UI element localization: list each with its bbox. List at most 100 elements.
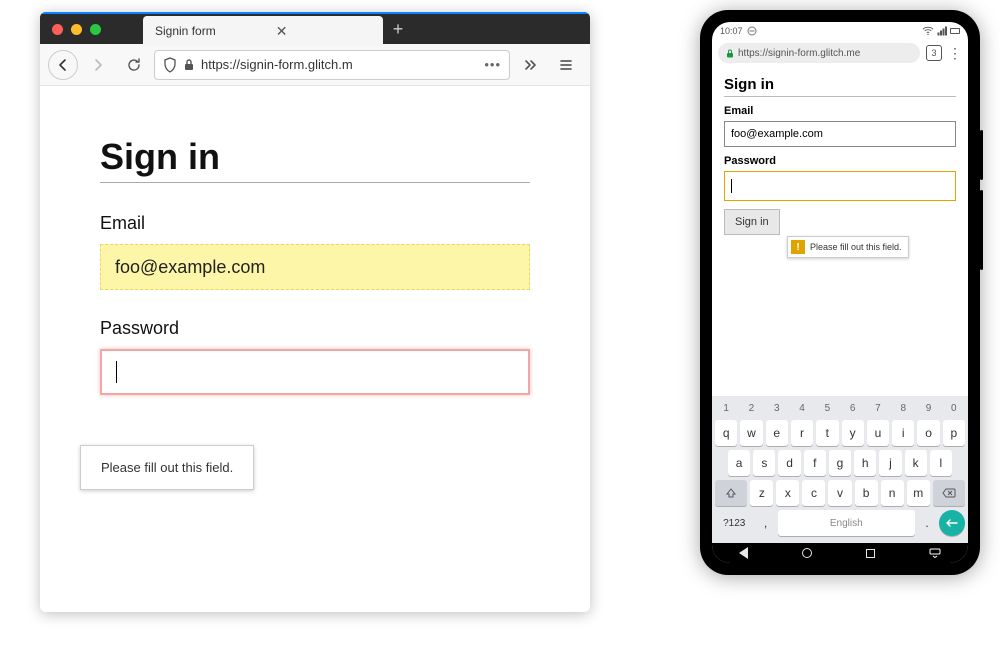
- period-key[interactable]: .: [918, 510, 936, 536]
- browser-toolbar: https://signin-form.glitch.m •••: [40, 44, 590, 86]
- key-0[interactable]: 0: [943, 400, 965, 416]
- reload-button[interactable]: [118, 49, 150, 81]
- password-field[interactable]: [100, 349, 530, 395]
- password-field[interactable]: [724, 171, 956, 201]
- forward-button[interactable]: [82, 49, 114, 81]
- key-d[interactable]: d: [778, 450, 800, 476]
- key-5[interactable]: 5: [816, 400, 838, 416]
- close-window-icon[interactable]: [52, 24, 63, 35]
- new-tab-button[interactable]: +: [383, 14, 413, 44]
- key-7[interactable]: 7: [867, 400, 889, 416]
- divider: [100, 182, 530, 183]
- password-label: Password: [724, 155, 956, 167]
- keyboard-row-1: qwertyuiop: [715, 420, 965, 446]
- key-z[interactable]: z: [750, 480, 773, 506]
- android-nav-bar: [712, 543, 968, 563]
- mobile-page-content: Sign in Email foo@example.com Password S…: [712, 66, 968, 239]
- key-e[interactable]: e: [766, 420, 788, 446]
- text-caret: [731, 179, 732, 193]
- key-3[interactable]: 3: [766, 400, 788, 416]
- phone-frame: 10:07 https://signin-form.glitch.me 3 ⋮ …: [700, 10, 980, 575]
- key-1[interactable]: 1: [715, 400, 737, 416]
- key-p[interactable]: p: [943, 420, 965, 446]
- nav-home-icon[interactable]: [802, 548, 812, 558]
- email-value: foo@example.com: [115, 257, 265, 278]
- key-x[interactable]: x: [776, 480, 799, 506]
- keyboard-hide-icon[interactable]: [929, 548, 941, 558]
- key-4[interactable]: 4: [791, 400, 813, 416]
- minimize-window-icon[interactable]: [71, 24, 82, 35]
- status-time: 10:07: [720, 26, 743, 36]
- tracking-shield-icon[interactable]: [163, 57, 177, 73]
- page-title: Sign in: [100, 136, 530, 178]
- overflow-chevron-icon[interactable]: [514, 49, 546, 81]
- email-field[interactable]: foo@example.com: [100, 244, 530, 290]
- key-h[interactable]: h: [854, 450, 876, 476]
- tab-title: Signin form: [155, 24, 216, 38]
- email-field[interactable]: foo@example.com: [724, 121, 956, 147]
- key-c[interactable]: c: [802, 480, 825, 506]
- comma-key[interactable]: ,: [757, 510, 775, 536]
- browser-tab[interactable]: Signin form ✕: [143, 16, 383, 46]
- key-t[interactable]: t: [816, 420, 838, 446]
- shift-key-icon[interactable]: [715, 480, 747, 506]
- tab-switcher[interactable]: 3: [926, 45, 942, 61]
- backspace-key-icon[interactable]: [933, 480, 965, 506]
- key-g[interactable]: g: [829, 450, 851, 476]
- key-2[interactable]: 2: [740, 400, 762, 416]
- nav-recent-icon[interactable]: [866, 549, 875, 558]
- key-m[interactable]: m: [907, 480, 930, 506]
- back-button[interactable]: [48, 50, 78, 80]
- omnibox[interactable]: https://signin-form.glitch.me: [718, 43, 920, 63]
- signin-button[interactable]: Sign in: [724, 209, 780, 235]
- page-content: Sign in Email foo@example.com Password: [40, 86, 590, 425]
- key-r[interactable]: r: [791, 420, 813, 446]
- url-bar[interactable]: https://signin-form.glitch.m •••: [154, 50, 510, 80]
- maximize-window-icon[interactable]: [90, 24, 101, 35]
- keyboard-row-2: asdfghjkl: [715, 450, 965, 476]
- key-u[interactable]: u: [867, 420, 889, 446]
- titlebar: Signin form ✕ +: [40, 12, 590, 44]
- key-q[interactable]: q: [715, 420, 737, 446]
- omnibox-url: https://signin-form.glitch.me: [738, 48, 860, 59]
- key-i[interactable]: i: [892, 420, 914, 446]
- key-v[interactable]: v: [828, 480, 851, 506]
- window-controls: [40, 14, 113, 44]
- validation-message: Please fill out this field.: [101, 460, 233, 475]
- page-actions-icon[interactable]: •••: [484, 57, 501, 72]
- key-o[interactable]: o: [917, 420, 939, 446]
- kebab-menu-icon[interactable]: ⋮: [948, 45, 962, 62]
- divider: [724, 96, 956, 97]
- validation-message: Please fill out this field.: [810, 242, 902, 252]
- key-9[interactable]: 9: [917, 400, 939, 416]
- url-text: https://signin-form.glitch.m: [201, 57, 353, 72]
- key-b[interactable]: b: [855, 480, 878, 506]
- signal-icon: [937, 26, 947, 36]
- soft-keyboard[interactable]: 1234567890 qwertyuiop asdfghjkl zxcvbnm …: [712, 396, 968, 543]
- nav-back-icon[interactable]: [739, 547, 748, 559]
- firefox-window: Signin form ✕ + https://signin-form.glit…: [40, 12, 590, 612]
- spacebar[interactable]: English: [778, 510, 916, 536]
- key-j[interactable]: j: [879, 450, 901, 476]
- phone-screen: 10:07 https://signin-form.glitch.me 3 ⋮ …: [712, 22, 968, 563]
- key-a[interactable]: a: [728, 450, 750, 476]
- enter-key-icon[interactable]: [939, 510, 965, 536]
- key-f[interactable]: f: [804, 450, 826, 476]
- page-title: Sign in: [724, 76, 956, 93]
- close-tab-icon[interactable]: ✕: [276, 23, 288, 40]
- symbols-key[interactable]: ?123: [715, 510, 754, 536]
- key-s[interactable]: s: [753, 450, 775, 476]
- wifi-icon: [922, 26, 934, 36]
- status-bar: 10:07: [712, 22, 968, 40]
- validation-tooltip: ! Please fill out this field.: [787, 236, 909, 258]
- key-n[interactable]: n: [881, 480, 904, 506]
- email-value: foo@example.com: [731, 128, 823, 140]
- key-6[interactable]: 6: [842, 400, 864, 416]
- key-l[interactable]: l: [930, 450, 952, 476]
- key-k[interactable]: k: [905, 450, 927, 476]
- key-y[interactable]: y: [842, 420, 864, 446]
- key-8[interactable]: 8: [892, 400, 914, 416]
- key-w[interactable]: w: [740, 420, 762, 446]
- hamburger-menu-icon[interactable]: [550, 49, 582, 81]
- email-label: Email: [724, 105, 956, 117]
